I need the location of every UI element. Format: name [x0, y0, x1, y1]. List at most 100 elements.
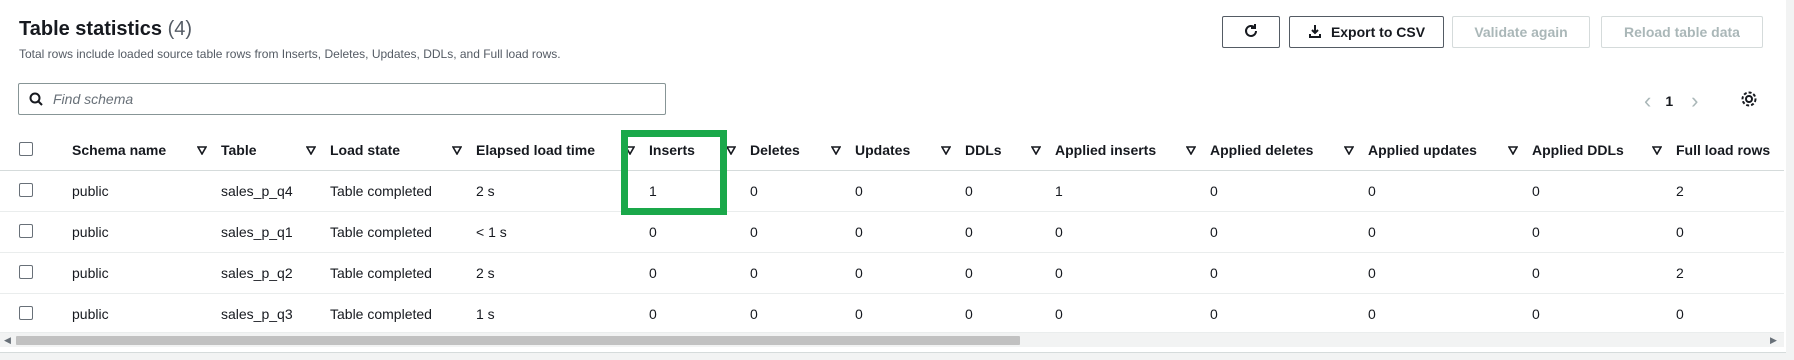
refresh-button[interactable]	[1222, 16, 1280, 48]
sort-icon[interactable]	[196, 142, 208, 158]
table-cell: 0	[750, 211, 855, 253]
table-cell: Table completed	[330, 252, 476, 294]
table-cell: sales_p_q3	[221, 293, 330, 332]
row-checkbox[interactable]	[19, 264, 33, 279]
column-header-label: Load state	[330, 142, 401, 158]
sort-icon[interactable]	[1507, 142, 1519, 158]
column-header-label: Full load rows	[1676, 142, 1771, 158]
table-cell: 0	[855, 293, 965, 332]
sort-icon[interactable]	[1030, 142, 1042, 158]
table-row[interactable]: public sales_p_q2 Table completed 2 s000000…	[0, 252, 1784, 294]
column-header-content: Load state	[330, 142, 476, 158]
row-checkbox[interactable]	[19, 223, 33, 238]
sort-icon[interactable]	[1343, 142, 1355, 158]
column-header-content: Applied deletes	[1210, 142, 1368, 158]
sort-icon[interactable]	[451, 142, 463, 158]
column-header[interactable]: Load state	[330, 130, 476, 171]
settings-icon[interactable]	[1740, 90, 1758, 113]
column-header-label: Schema name	[72, 142, 167, 158]
table-cell: 0	[750, 252, 855, 294]
table-row[interactable]: public sales_p_q4 Table completed 2 s100010…	[0, 170, 1784, 212]
sort-icon[interactable]	[1651, 142, 1663, 158]
table-cell: 0	[855, 252, 965, 294]
search-input[interactable]	[51, 90, 635, 108]
column-header[interactable]: Applied deletes	[1210, 130, 1368, 171]
page-title: Table statistics (4)	[19, 18, 192, 41]
pagination: ‹ 1 ›	[1644, 88, 1698, 114]
sort-icon[interactable]	[830, 142, 842, 158]
table-cell: 0	[1055, 293, 1210, 332]
previous-page-icon[interactable]: ‹	[1644, 88, 1651, 114]
current-page[interactable]: 1	[1665, 93, 1673, 109]
scroll-thumb[interactable]	[16, 336, 1020, 345]
table-cell: sales_p_q2	[221, 252, 330, 294]
table-row[interactable]: public sales_p_q3 Table completed 1 s000000…	[0, 293, 1784, 332]
download-icon	[1308, 24, 1322, 41]
table-cell: 0	[965, 252, 1055, 294]
column-header[interactable]: Applied DDLs	[1532, 130, 1676, 171]
statistics-table: Schema name Table Load state Elapsed load t…	[0, 130, 1784, 332]
column-header-label: Updates	[855, 142, 911, 158]
column-header[interactable]: Table	[221, 130, 330, 171]
row-checkbox[interactable]	[19, 305, 33, 320]
column-header-label: Elapsed load time	[476, 142, 596, 158]
row-select-cell	[0, 211, 72, 253]
column-header-content: Updates	[855, 142, 965, 158]
column-header[interactable]: DDLs	[965, 130, 1055, 171]
column-header-content: Deletes	[750, 142, 855, 158]
row-checkbox[interactable]	[19, 182, 33, 197]
table-cell: 0	[1055, 211, 1210, 253]
validate-again-button[interactable]: Validate again	[1452, 16, 1590, 48]
sort-icon[interactable]	[940, 142, 952, 158]
table-statistics-panel: Table statistics (4) Total rows include …	[0, 0, 1786, 353]
table-cell: 0	[1532, 293, 1676, 332]
column-header-label: Applied updates	[1368, 142, 1477, 158]
sort-icon[interactable]	[305, 142, 317, 158]
reload-table-data-button[interactable]: Reload table data	[1601, 16, 1763, 48]
table-cell: Table completed	[330, 170, 476, 212]
table-cell: 0	[1368, 252, 1532, 294]
scroll-right-icon[interactable]: ▶	[1770, 335, 1777, 346]
horizontal-scrollbar[interactable]: ◀ ▶	[0, 332, 1784, 347]
search-field[interactable]	[18, 83, 666, 115]
table-cell: public	[72, 252, 221, 294]
table-cell: 0	[855, 211, 965, 253]
scroll-left-icon[interactable]: ◀	[4, 335, 11, 346]
column-header[interactable]: Updates	[855, 130, 965, 171]
select-all-checkbox[interactable]	[19, 141, 33, 156]
table-cell: < 1 s	[476, 211, 649, 253]
column-header[interactable]: Applied inserts	[1055, 130, 1210, 171]
sort-icon[interactable]	[1185, 142, 1197, 158]
table-cell: sales_p_q4	[221, 170, 330, 212]
column-header[interactable]: Applied updates	[1368, 130, 1532, 171]
export-csv-button[interactable]: Export to CSV	[1289, 16, 1444, 48]
table-row[interactable]: public sales_p_q1 Table completed < 1 s0000…	[0, 211, 1784, 253]
sort-icon[interactable]	[725, 142, 737, 158]
column-header-label: DDLs	[965, 142, 1002, 158]
search-icon	[29, 92, 43, 106]
column-header[interactable]: Full load rows	[1676, 130, 1784, 171]
table-cell: 0	[1676, 211, 1784, 253]
table-cell: Table completed	[330, 211, 476, 253]
table-cell: public	[72, 211, 221, 253]
table-cell: 1 s	[476, 293, 649, 332]
column-header-content: Full load rows	[1676, 142, 1784, 158]
column-header[interactable]: Schema name	[72, 130, 221, 171]
table-cell: public	[72, 293, 221, 332]
next-page-icon[interactable]: ›	[1691, 88, 1698, 114]
column-header-label: Table	[221, 142, 257, 158]
row-select-cell	[0, 252, 72, 294]
table-cell: 1	[1055, 170, 1210, 212]
table-cell: sales_p_q1	[221, 211, 330, 253]
column-header[interactable]: Deletes	[750, 130, 855, 171]
table-cell: 0	[1368, 293, 1532, 332]
column-header-content: Applied inserts	[1055, 142, 1210, 158]
table-cell: 0	[1368, 211, 1532, 253]
statistics-table-container: Schema name Table Load state Elapsed load t…	[0, 130, 1784, 332]
table-cell: 0	[965, 293, 1055, 332]
column-header-label: Applied DDLs	[1532, 142, 1624, 158]
page-description: Total rows include loaded source table r…	[19, 47, 561, 61]
table-cell: 2	[1676, 252, 1784, 294]
title-count: (4)	[167, 18, 193, 40]
table-cell: 0	[649, 252, 750, 294]
